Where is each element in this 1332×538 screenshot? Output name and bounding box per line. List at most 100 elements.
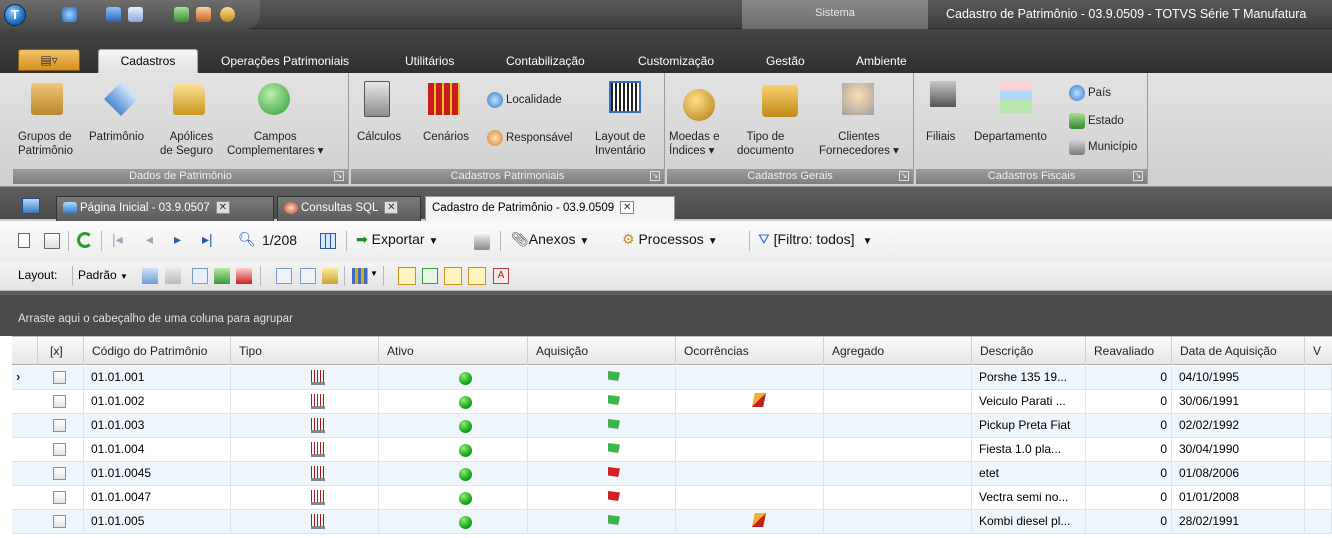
cell-tipo[interactable] [231, 366, 379, 389]
cell-ocorrencias[interactable] [676, 486, 824, 509]
cell-agregado[interactable] [824, 414, 972, 437]
table-row[interactable]: 01.01.004 Fiesta 1.0 pla... 0 30/04/1990 [12, 438, 1332, 462]
exportar-button[interactable]: ➡ Exportar ▼ [356, 231, 438, 248]
cell-codigo[interactable]: 01.01.005 [84, 510, 231, 533]
row-checkbox[interactable] [53, 371, 66, 384]
departamento-button[interactable]: Departamento [974, 130, 1047, 144]
view-mode-1-icon[interactable] [398, 267, 416, 285]
column-header-v[interactable]: V [1305, 337, 1332, 365]
cell-agregado[interactable] [824, 510, 972, 533]
columns-icon[interactable] [276, 268, 292, 284]
cell-v[interactable] [1305, 510, 1332, 533]
cell-aquisicao[interactable] [528, 366, 676, 389]
print-icon[interactable] [474, 234, 490, 250]
tab-pagina-inicial[interactable]: Página Inicial - 03.9.0507 ✕ [56, 196, 274, 221]
column-header-select[interactable]: [x] [38, 337, 84, 365]
column-header-reavaliado[interactable]: Reavaliado [1086, 337, 1172, 365]
column-header-aquisicao[interactable]: Aquisição [528, 337, 676, 365]
cell-reavaliado[interactable]: 0 [1086, 390, 1172, 413]
sum-icon[interactable] [300, 268, 316, 284]
column-header-data-aquisicao[interactable]: Data de Aquisição [1172, 337, 1305, 365]
cell-data[interactable]: 01/01/2008 [1172, 486, 1305, 509]
refresh-icon[interactable] [77, 232, 93, 248]
cell-aquisicao[interactable] [528, 510, 676, 533]
table-row[interactable]: 01.01.003 Pickup Preta Fiat 0 02/02/1992 [12, 414, 1332, 438]
help-icon[interactable] [220, 7, 235, 22]
cell-v[interactable] [1305, 462, 1332, 485]
save-layout-icon[interactable] [142, 268, 158, 284]
table-row[interactable]: 01.01.002 Veiculo Parati ... 0 30/06/1991 [12, 390, 1332, 414]
new-record-icon[interactable] [18, 233, 30, 248]
responsavel-button[interactable]: Responsável [487, 130, 572, 146]
anexos-button[interactable]: 📎︎Anexos ▼ [511, 231, 589, 248]
cell-descricao[interactable]: Veiculo Parati ... [972, 390, 1086, 413]
cell-reavaliado[interactable]: 0 [1086, 486, 1172, 509]
cell-codigo[interactable]: 01.01.002 [84, 390, 231, 413]
column-header-ocorrencias[interactable]: Ocorrências [676, 337, 824, 365]
users-icon[interactable] [196, 7, 211, 22]
cell-agregado[interactable] [824, 438, 972, 461]
tab-operacoes-patrimoniais[interactable]: Operações Patrimoniais [221, 50, 349, 72]
cell-ativo[interactable] [379, 390, 528, 413]
tab-cadastro-patrimonio[interactable]: Cadastro de Patrimônio - 03.9.0509 ✕ [425, 196, 675, 221]
cell-v[interactable] [1305, 390, 1332, 413]
cell-codigo[interactable]: 01.01.0045 [84, 462, 231, 485]
view-mode-2-icon[interactable] [422, 268, 438, 284]
tipo-documento-button[interactable]: Tipo de documento [737, 130, 794, 158]
patrimonio-button[interactable]: Patrimônio [89, 130, 144, 144]
edit-record-icon[interactable] [44, 233, 60, 249]
tab-list-icon[interactable] [22, 198, 40, 214]
row-checkbox[interactable] [53, 419, 66, 432]
home-layout-icon[interactable] [236, 268, 252, 284]
cell-tipo[interactable] [231, 510, 379, 533]
cell-ocorrencias[interactable] [676, 510, 824, 533]
cell-v[interactable] [1305, 438, 1332, 461]
cell-ativo[interactable] [379, 414, 528, 437]
grid-layout-icon[interactable] [192, 268, 208, 284]
cell-agregado[interactable] [824, 462, 972, 485]
cell-codigo[interactable]: 01.01.003 [84, 414, 231, 437]
load-layout-icon[interactable] [165, 268, 181, 284]
table-row[interactable]: 01.01.0045 etet 0 01/08/2006 [12, 462, 1332, 486]
cell-ocorrencias[interactable] [676, 438, 824, 461]
pais-button[interactable]: País [1069, 85, 1111, 101]
filtro-button[interactable]: ⛛ [Filtro: todos] ▼ [758, 231, 872, 248]
estado-button[interactable]: Estado [1069, 113, 1124, 129]
cenarios-button[interactable]: Cenários [423, 130, 469, 144]
table-row[interactable]: › 01.01.001 Porshe 135 19... 0 04/10/1995 [12, 366, 1332, 390]
cell-v[interactable] [1305, 366, 1332, 389]
dialog-launcher-icon[interactable]: ↘ [334, 171, 344, 181]
cell-reavaliado[interactable]: 0 [1086, 414, 1172, 437]
cell-ativo[interactable] [379, 438, 528, 461]
cell-descricao[interactable]: Kombi diesel pl... [972, 510, 1086, 533]
cell-ocorrencias[interactable] [676, 414, 824, 437]
app-orb-icon[interactable]: T [4, 4, 26, 26]
first-record-icon[interactable]: |◂ [112, 231, 123, 248]
cell-data[interactable]: 04/10/1995 [1172, 366, 1305, 389]
cell-aquisicao[interactable] [528, 390, 676, 413]
cell-codigo[interactable]: 01.01.0047 [84, 486, 231, 509]
dialog-launcher-icon[interactable]: ↘ [1133, 171, 1143, 181]
close-icon[interactable]: ✕ [620, 201, 635, 215]
cell-v[interactable] [1305, 486, 1332, 509]
cell-data[interactable]: 30/06/1991 [1172, 390, 1305, 413]
next-record-icon[interactable]: ▸ [174, 231, 181, 248]
chart-icon[interactable] [352, 268, 368, 284]
cell-data[interactable]: 28/02/1991 [1172, 510, 1305, 533]
calendar-icon[interactable] [320, 233, 336, 249]
cell-reavaliado[interactable]: 0 [1086, 366, 1172, 389]
column-header-ativo[interactable]: Ativo [379, 337, 528, 365]
column-header-agregado[interactable]: Agregado [824, 337, 972, 365]
app-menu-button[interactable]: ▤▿ [18, 49, 80, 71]
cell-descricao[interactable]: etet [972, 462, 1086, 485]
campos-complementares-button[interactable]: Campos Complementares ▾ [227, 130, 324, 158]
processos-button[interactable]: ⚙ Processos ▼ [622, 231, 718, 248]
dialog-launcher-icon[interactable]: ↘ [650, 171, 660, 181]
cell-descricao[interactable]: Porshe 135 19... [972, 366, 1086, 389]
cell-agregado[interactable] [824, 390, 972, 413]
row-checkbox[interactable] [53, 443, 66, 456]
globe-icon[interactable] [62, 7, 77, 22]
view-mode-4-icon[interactable] [468, 267, 486, 285]
cell-data[interactable]: 01/08/2006 [1172, 462, 1305, 485]
cell-tipo[interactable] [231, 390, 379, 413]
